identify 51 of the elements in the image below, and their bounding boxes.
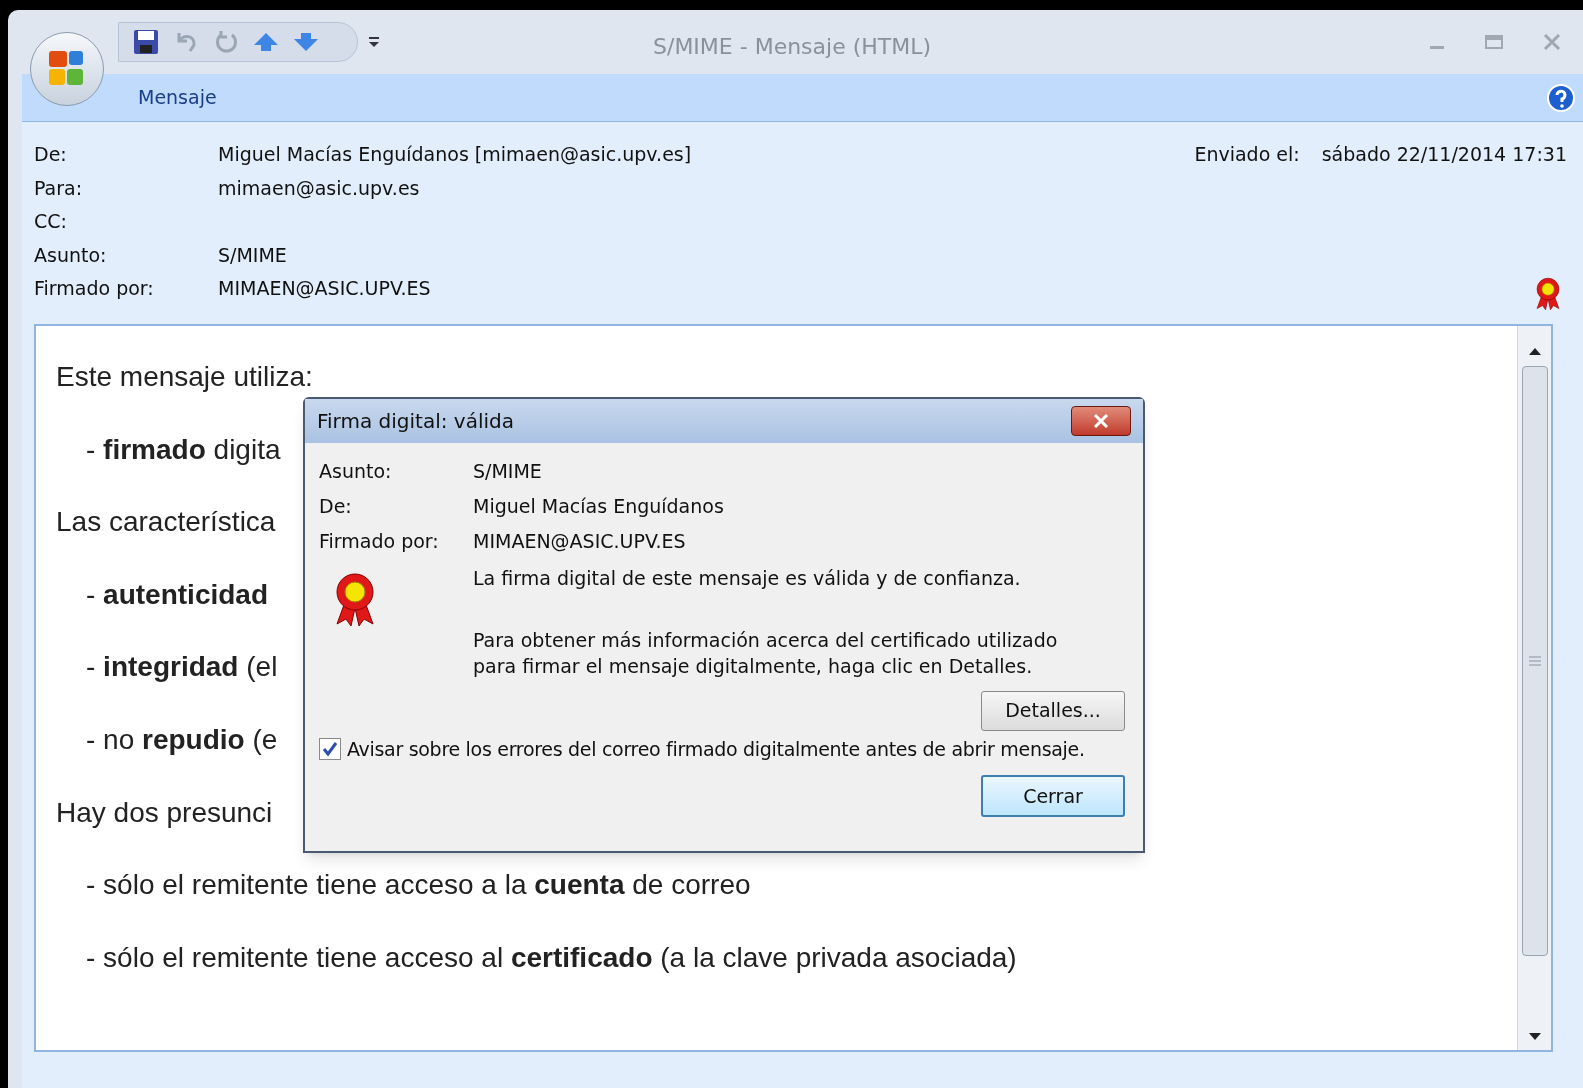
- maximize-icon[interactable]: [1485, 34, 1503, 50]
- field-value: mimaen@asic.upv.es: [218, 175, 420, 201]
- ribbon-award-icon: [333, 572, 377, 628]
- bullet-item: - integridad (el: [86, 651, 278, 683]
- field-label: CC:: [34, 209, 68, 234]
- field-value: MIMAEN@ASIC.UPV.ES: [218, 276, 431, 301]
- checkbox-label: Avisar sobre los errores del correo firmado digitalmente antes de abrir mensaje.: [347, 736, 1085, 762]
- field-label: De:: [319, 494, 353, 519]
- checkbox[interactable]: [319, 737, 341, 760]
- bullet-item: - no repudio (e: [86, 723, 278, 755]
- bullet-item: - firmado digita: [86, 433, 281, 465]
- ribbon-tab[interactable]: Mensaje: [138, 83, 217, 112]
- scrollbar[interactable]: [1517, 326, 1551, 1050]
- field-label: Para:: [34, 175, 84, 201]
- paragraph: Las característica: [56, 506, 276, 538]
- field-label: Enviado el:: [1194, 142, 1300, 167]
- field-value: Miguel Macías Enguídanos: [473, 494, 724, 519]
- close-button[interactable]: [1071, 406, 1131, 436]
- info-message: Para obtener más información acerca del certificado utilizado para firmar el mensaje digitalmente, haga clic en Detalles.: [473, 627, 1059, 679]
- signature-icon: [1533, 277, 1563, 311]
- dialog-title: Firma digital: válida: [317, 408, 515, 435]
- window-title: S/MIME - Mensaje (HTML): [653, 33, 932, 61]
- down-arrow-icon[interactable]: [1527, 1032, 1542, 1042]
- paragraph: Hay dos presunci: [56, 796, 273, 828]
- status-message: La firma digital de este mensaje es válida y de confianza.: [473, 566, 1022, 591]
- grip-icon: [1527, 656, 1542, 666]
- dropdown-icon[interactable]: [368, 35, 380, 49]
- field-label: Asunto:: [34, 242, 108, 268]
- save-icon[interactable]: [133, 29, 159, 55]
- up-arrow-icon[interactable]: [1527, 346, 1542, 356]
- field-label: Firmado por:: [34, 276, 155, 301]
- bullet-item: - autenticidad: [86, 578, 269, 610]
- field-label: De:: [34, 142, 68, 167]
- paragraph: Este mensaje utiliza:: [56, 361, 313, 392]
- field-value: S/MIME: [218, 242, 287, 268]
- field-value: S/MIME: [473, 459, 542, 484]
- redo-icon[interactable]: [213, 29, 239, 55]
- field-label: Firmado por:: [319, 529, 440, 554]
- field-value: MIMAEN@ASIC.UPV.ES: [473, 529, 686, 554]
- close-dialog-button[interactable]: Cerrar: [981, 775, 1125, 817]
- help-icon[interactable]: [1547, 83, 1575, 112]
- details-button[interactable]: Detalles...: [981, 690, 1125, 731]
- field-value: Miguel Macías Enguídanos [mimaen@asic.upv.es]: [218, 142, 692, 167]
- bullet-item: - sólo el remitente tiene acceso a la cuenta de correo: [86, 869, 751, 901]
- bullet-item: - sólo el remitente tiene acceso al certificado (a la clave privada asociada): [86, 941, 1017, 973]
- close-icon: [1092, 414, 1110, 428]
- close-icon[interactable]: [1543, 34, 1561, 50]
- scrollbar-thumb[interactable]: [1521, 366, 1548, 956]
- check-icon: [322, 740, 338, 757]
- field-value: sábado 22/11/2014 17:31: [1321, 142, 1567, 167]
- field-label: Asunto:: [319, 459, 393, 484]
